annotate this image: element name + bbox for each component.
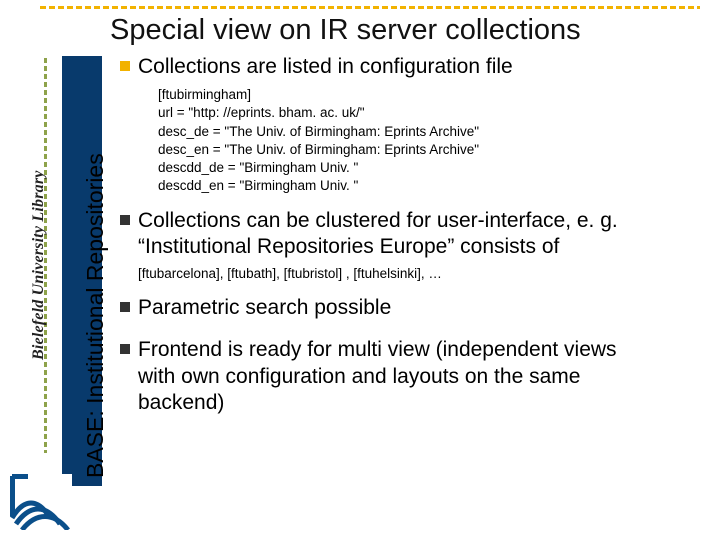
bullet-2-text: Collections can be clustered for user-in… — [138, 208, 618, 261]
cluster-example: [ftubarcelona], [ftubath], [ftubristol] … — [138, 266, 700, 281]
bullet-3-text: Parametric search possible — [138, 295, 391, 321]
config-code-block: [ftubirmingham] url = "http: //eprints. … — [158, 86, 700, 195]
bullet-3: Parametric search possible — [120, 295, 700, 321]
slide-title: Special view on IR server collections — [110, 14, 581, 47]
bullet-4: Frontend is ready for multi view (indepe… — [120, 337, 700, 416]
bullet-4-line-2: with own configuration and layouts on th… — [138, 365, 580, 388]
bullet-2: Collections can be clustered for user-in… — [120, 208, 700, 261]
bullet-4-line-3: backend) — [138, 391, 224, 414]
slide: Special view on IR server collections Bi… — [0, 0, 720, 540]
bullet-2-line-1: Collections can be clustered for user-in… — [138, 209, 618, 232]
top-dashed-rule — [40, 6, 700, 9]
bullet-1-text: Collections are listed in configuration … — [138, 54, 513, 80]
content-area: Collections are listed in configuration … — [120, 54, 700, 422]
bullet-2-line-2: “Institutional Repositories Europe” cons… — [138, 235, 559, 258]
sidebar-label: BASE: Institutional Repositories — [82, 153, 109, 478]
bullet-4-text: Frontend is ready for multi view (indepe… — [138, 337, 617, 416]
bullet-4-line-1: Frontend is ready for multi view (indepe… — [138, 338, 617, 361]
bullet-1: Collections are listed in configuration … — [120, 54, 700, 80]
bullet-marker-icon — [120, 344, 130, 354]
brand-label: Bielefeld University Library — [30, 170, 48, 360]
logo-icon — [10, 474, 72, 530]
bullet-marker-icon — [120, 302, 130, 312]
bullet-marker-icon — [120, 61, 130, 71]
bullet-marker-icon — [120, 215, 130, 225]
